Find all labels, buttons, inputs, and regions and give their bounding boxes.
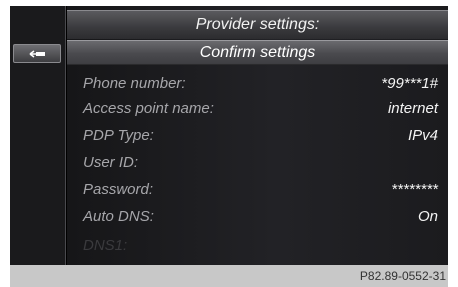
setting-value: ********	[391, 181, 438, 198]
setting-label: Password:	[83, 181, 154, 198]
figure-code: P82.89-0552-31	[359, 269, 446, 283]
left-rail	[10, 6, 66, 265]
setting-value: *99***1#	[381, 75, 438, 92]
setting-row-auto-dns[interactable]: Auto DNS: On	[67, 205, 448, 229]
setting-value: IPv4	[407, 127, 438, 144]
back-arrow-icon	[29, 50, 45, 58]
setting-label: User ID:	[83, 154, 139, 171]
setting-label: Auto DNS:	[83, 208, 154, 225]
setting-label: DNS1:	[83, 237, 128, 254]
setting-label: PDP Type:	[83, 127, 154, 144]
setting-label: Phone number:	[83, 75, 186, 92]
settings-panel: Provider settings: Confirm settings Phon…	[67, 6, 448, 265]
header-bar: Provider settings:	[67, 10, 448, 39]
back-button[interactable]	[13, 44, 61, 63]
setting-row-user-id[interactable]: User ID:	[67, 151, 448, 175]
setting-row-password[interactable]: Password: ********	[67, 178, 448, 202]
setting-row-access-point-name[interactable]: Access point name: internet	[67, 97, 448, 121]
settings-screen: Provider settings: Confirm settings Phon…	[10, 6, 448, 265]
confirm-settings-button[interactable]: Confirm settings	[67, 40, 448, 65]
setting-value: internet	[387, 100, 438, 117]
figure-caption-band: P82.89-0552-31	[10, 265, 448, 287]
setting-row-dns1[interactable]: DNS1:	[67, 234, 448, 258]
setting-row-pdp-type[interactable]: PDP Type: IPv4	[67, 124, 448, 148]
setting-row-phone-number[interactable]: Phone number: *99***1#	[67, 72, 448, 96]
setting-label: Access point name:	[83, 100, 214, 117]
setting-value: On	[417, 208, 438, 225]
page-title: Provider settings:	[195, 16, 320, 33]
confirm-settings-label: Confirm settings	[199, 44, 316, 61]
